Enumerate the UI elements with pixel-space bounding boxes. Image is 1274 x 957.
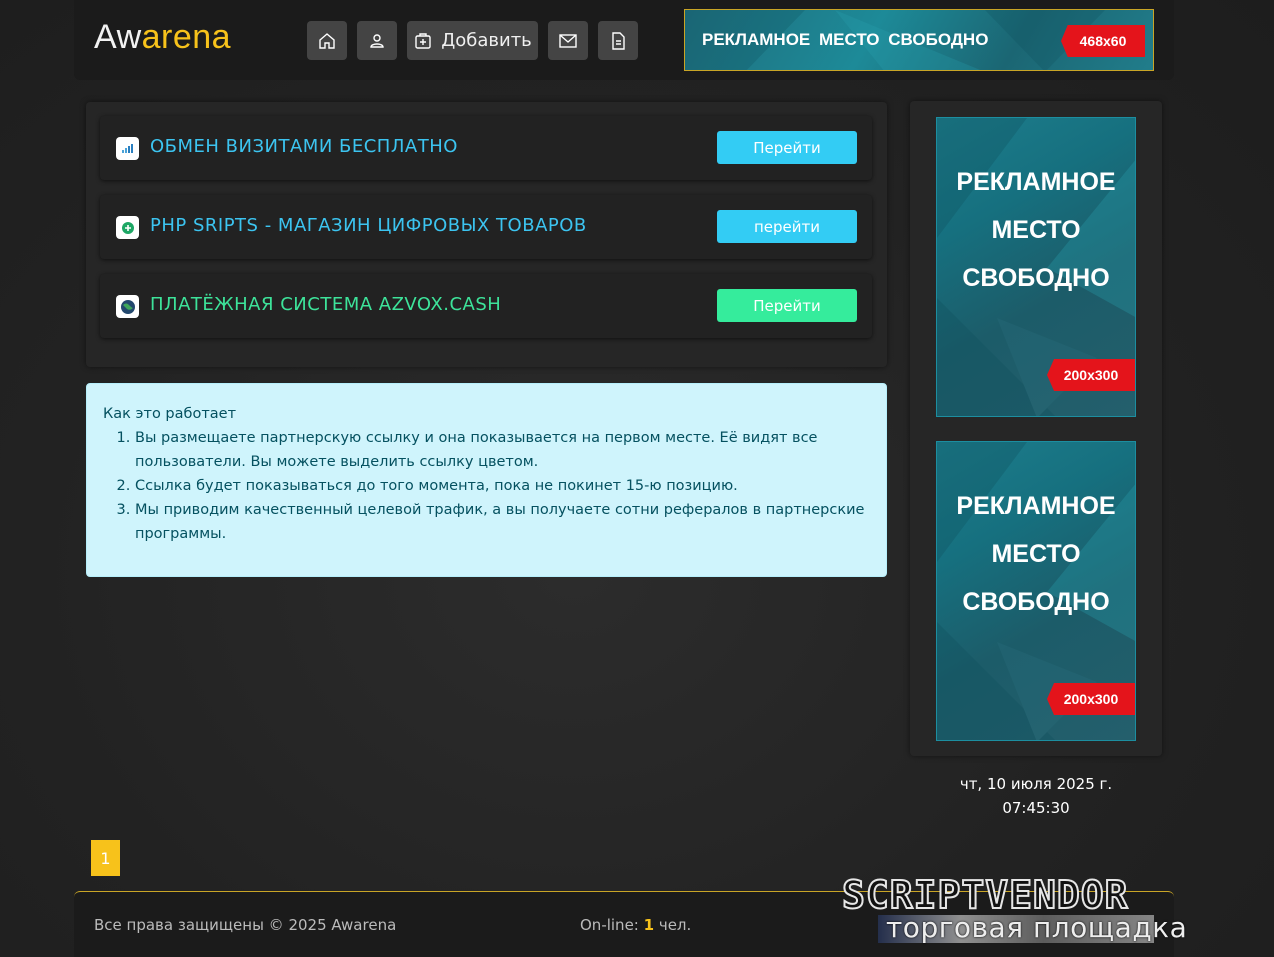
add-icon <box>415 32 431 49</box>
online-suffix: чел. <box>654 916 692 934</box>
side-ad-text: РЕКЛАМНОЕ МЕСТО СВОБОДНО <box>937 158 1135 302</box>
go-button[interactable]: Перейти <box>717 289 857 322</box>
info-heading: Как это работает <box>103 406 237 422</box>
info-list: Вы размещаете партнерскую ссылку и она п… <box>103 426 870 546</box>
link-row[interactable]: PHP SRIPTS - МАГАЗИН ЦИФРОВЫХ ТОВАРОВ пе… <box>100 195 872 259</box>
go-button[interactable]: Перейти <box>717 131 857 164</box>
pagination-page[interactable]: 1 <box>91 840 120 876</box>
side-ad-banner[interactable]: РЕКЛАМНОЕ МЕСТО СВОБОДНО 200x300 <box>936 441 1136 741</box>
watermark: SCRIPTVENDOR торговая площадка <box>841 872 1262 957</box>
logo-part1: Aw <box>94 18 142 56</box>
online-count: 1 <box>643 916 655 934</box>
side-ad-line: СВОБОДНО <box>962 588 1110 616</box>
info-item: Ссылка будет показываться до того момент… <box>135 474 870 498</box>
side-ad-line: РЕКЛАМНОЕ <box>956 168 1116 196</box>
header: Awarena Добавить РЕКЛАМНОЕ МЕСТО СВОБОДН… <box>74 0 1174 80</box>
document-button[interactable] <box>598 21 638 60</box>
how-it-works-box: Как это работает Вы размещаете партнерск… <box>86 383 887 577</box>
info-item: Вы размещаете партнерскую ссылку и она п… <box>135 426 870 474</box>
home-button[interactable] <box>307 21 347 60</box>
side-ad-line: РЕКЛАМНОЕ <box>956 492 1116 520</box>
link-title[interactable]: ПЛАТЁЖНАЯ СИСТЕМА AZVOX.CASH <box>150 294 501 315</box>
go-button[interactable]: перейти <box>717 210 857 243</box>
user-icon <box>370 33 384 48</box>
plus-circle-icon <box>116 216 139 239</box>
online-counter: On-line: 1 чел. <box>580 916 691 934</box>
top-ad-banner[interactable]: РЕКЛАМНОЕ МЕСТО СВОБОДНО 468x60 <box>684 9 1154 71</box>
side-ad-line: МЕСТО <box>991 540 1081 568</box>
home-icon <box>319 32 335 49</box>
add-button[interactable]: Добавить <box>407 21 538 60</box>
mail-icon <box>559 33 577 48</box>
link-row[interactable]: ОБМЕН ВИЗИТАМИ БЕСПЛАТНО Перейти <box>100 116 872 180</box>
top-ad-size: 468x60 <box>1061 25 1145 57</box>
links-panel: ОБМЕН ВИЗИТАМИ БЕСПЛАТНО Перейти PHP SRI… <box>86 102 887 367</box>
link-title[interactable]: ОБМЕН ВИЗИТАМИ БЕСПЛАТНО <box>150 136 458 157</box>
sidebar-ad-panel: РЕКЛАМНОЕ МЕСТО СВОБОДНО 200x300 РЕКЛАМН… <box>910 101 1162 756</box>
messages-button[interactable] <box>548 21 588 60</box>
globe-icon <box>116 295 139 318</box>
side-ad-line: СВОБОДНО <box>962 264 1110 292</box>
watermark-subtitle: торговая площадка <box>886 911 1188 944</box>
clock-date: чт, 10 июля 2025 г. <box>959 775 1113 793</box>
logo-part2: arena <box>141 18 232 56</box>
link-title[interactable]: PHP SRIPTS - МАГАЗИН ЦИФРОВЫХ ТОВАРОВ <box>150 215 587 236</box>
online-label: On-line: <box>580 916 644 934</box>
copyright: Все права защищены © 2025 Awarena <box>94 916 397 934</box>
clock: чт, 10 июля 2025 г. 07:45:30 <box>910 772 1162 820</box>
clock-time: 07:45:30 <box>1002 799 1070 817</box>
side-ad-banner[interactable]: РЕКЛАМНОЕ МЕСТО СВОБОДНО 200x300 <box>936 117 1136 417</box>
document-icon <box>612 31 625 50</box>
signal-bars-icon <box>116 137 139 160</box>
side-ad-size: 200x300 <box>1047 359 1135 391</box>
profile-button[interactable] <box>357 21 397 60</box>
side-ad-line: МЕСТО <box>991 216 1081 244</box>
link-row[interactable]: ПЛАТЁЖНАЯ СИСТЕМА AZVOX.CASH Перейти <box>100 274 872 338</box>
side-ad-size: 200x300 <box>1047 683 1135 715</box>
info-item: Мы приводим качественный целевой трафик,… <box>135 498 870 546</box>
top-ad-text: РЕКЛАМНОЕ МЕСТО СВОБОДНО <box>702 30 989 49</box>
logo[interactable]: Awarena <box>94 18 231 57</box>
side-ad-text: РЕКЛАМНОЕ МЕСТО СВОБОДНО <box>937 482 1135 626</box>
add-button-label: Добавить <box>441 30 532 51</box>
